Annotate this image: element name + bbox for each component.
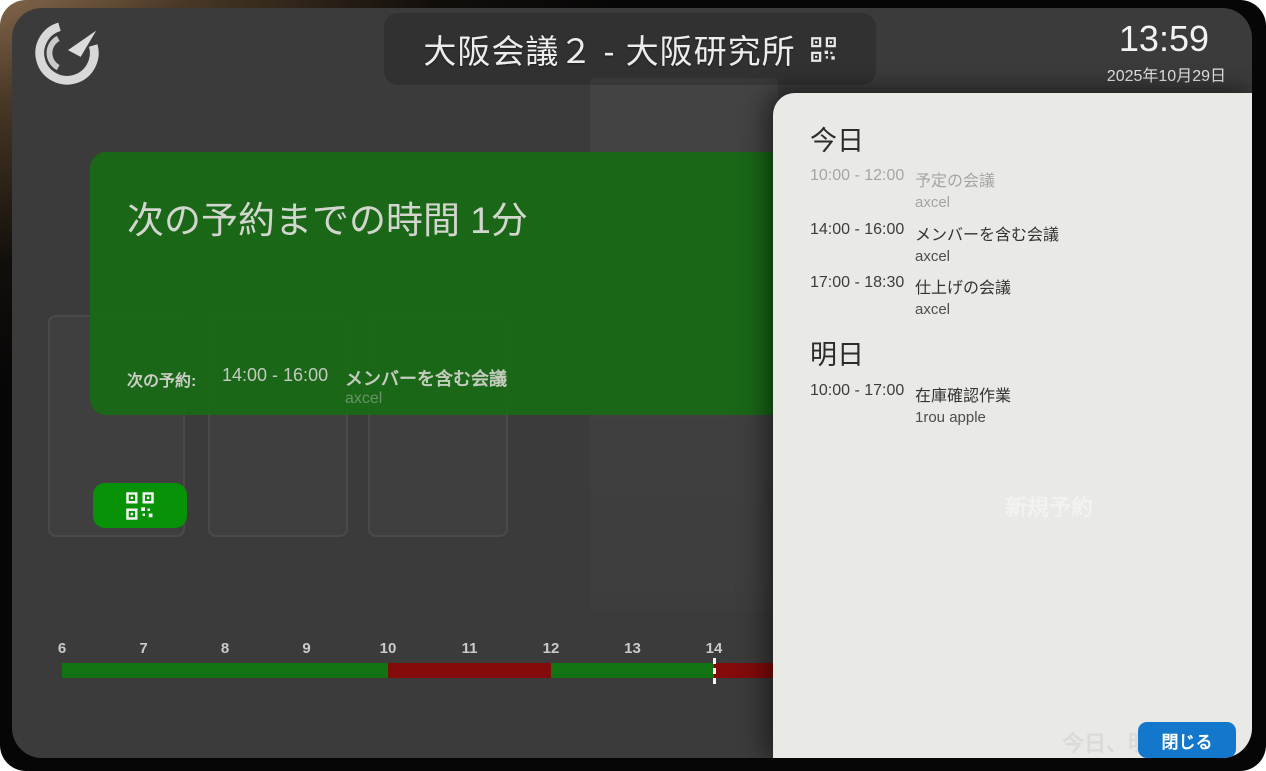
clock-time: 13:59 — [1107, 20, 1209, 58]
timeline-hour-label: 10 — [380, 640, 397, 657]
timeline-now-marker — [713, 658, 716, 684]
next-booking-time: 14:00 - 16:00 — [222, 365, 328, 386]
timeline-hour-label: 6 — [58, 640, 66, 657]
close-button[interactable]: 閉じる — [1138, 722, 1236, 758]
event-title: 仕上げの会議 — [915, 274, 1011, 298]
clock-date: 2025年10月29日 — [1107, 62, 1226, 86]
qr-code-icon[interactable] — [810, 36, 837, 63]
event-time: 10:00 - 17:00 — [810, 382, 915, 426]
kiosk-screen: 大阪会議２ - 大阪研究所 13:59 2025年10月29日 次の予約までの時 — [12, 8, 1252, 758]
event-title: 予定の会議 — [915, 167, 995, 191]
qr-code-icon — [125, 491, 155, 521]
ghost-footer-label: 今日、明 — [1062, 726, 1150, 758]
today-header: 今日 — [810, 119, 864, 158]
next-booking-organizer: axcel — [345, 390, 382, 408]
timeline-hour-label: 13 — [624, 640, 641, 657]
timeline-hour-label: 9 — [302, 640, 310, 657]
timeline-segment-free — [551, 663, 714, 678]
event-organizer: axcel — [915, 301, 1011, 318]
event-row: 17:00 - 18:30 仕上げの会議 axcel — [810, 274, 1210, 318]
title-bar: 大阪会議２ - 大阪研究所 — [384, 13, 876, 85]
event-row: 14:00 - 16:00 メンバーを含む会議 axcel — [810, 221, 1210, 265]
event-organizer: axcel — [915, 194, 995, 211]
room-name-title: 大阪会議２ - 大阪研究所 — [423, 25, 795, 73]
schedule-panel: 今日 10:00 - 12:00 予定の会議 axcel 14:00 - 16:… — [773, 93, 1252, 758]
event-title: 在庫確認作業 — [915, 382, 1011, 406]
timeline-hour-label: 11 — [462, 640, 478, 657]
tomorrow-header: 明日 — [810, 333, 864, 372]
timeline-hour-label: 8 — [221, 640, 229, 657]
timeline-segment-free — [62, 663, 388, 678]
next-booking-label: 次の予約: — [127, 367, 196, 391]
event-organizer: axcel — [915, 248, 1059, 265]
event-time: 17:00 - 18:30 — [810, 274, 915, 318]
event-row: 10:00 - 17:00 在庫確認作業 1rou apple — [810, 382, 1210, 426]
event-time: 14:00 - 16:00 — [810, 221, 915, 265]
countdown-message: 次の予約までの時間 1分 — [127, 190, 528, 244]
next-booking-banner: 次の予約までの時間 1分 次の予約: 14:00 - 16:00 メンバーを含む… — [90, 152, 784, 415]
event-time: 10:00 - 12:00 — [810, 167, 915, 211]
timeline-hour-label: 12 — [543, 640, 560, 657]
event-organizer: 1rou apple — [915, 409, 1011, 426]
next-booking-title: メンバーを含む会議 — [345, 365, 507, 391]
ghost-new-booking-label: 新規予約 — [1005, 490, 1093, 522]
event-row: 10:00 - 12:00 予定の会議 axcel — [810, 167, 1210, 211]
timeline-hour-label: 14 — [706, 640, 723, 657]
timeline-hour-label: 7 — [139, 640, 147, 657]
qr-code-button[interactable] — [93, 483, 187, 528]
event-title: メンバーを含む会議 — [915, 221, 1059, 245]
device-bezel: 大阪会議２ - 大阪研究所 13:59 2025年10月29日 次の予約までの時 — [0, 0, 1266, 771]
app-logo-icon — [30, 16, 104, 90]
clock: 13:59 2025年10月29日 — [1107, 20, 1226, 86]
timeline-segment-busy — [388, 663, 551, 678]
